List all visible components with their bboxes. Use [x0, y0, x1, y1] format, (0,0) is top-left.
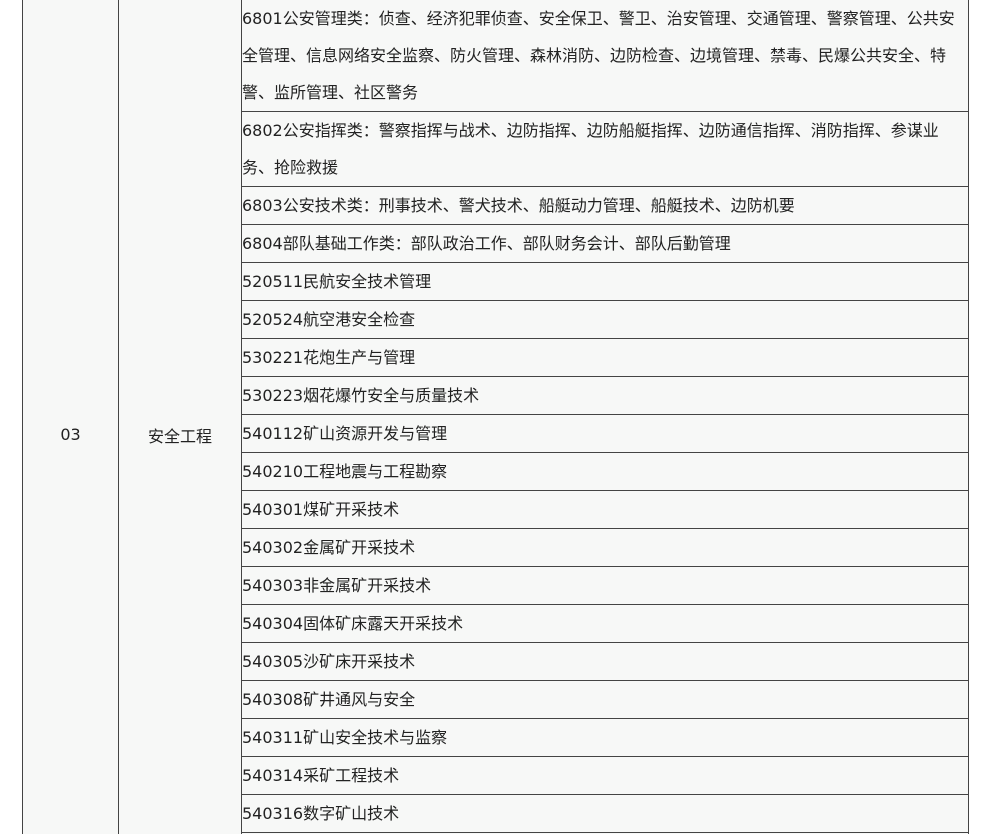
major-cell: 540112矿山资源开发与管理: [241, 414, 969, 453]
major-cell: 540308矿井通风与安全: [241, 680, 969, 719]
major-cell: 520524航空港安全检查: [241, 300, 969, 339]
major-cell: 540303非金属矿开采技术: [241, 566, 969, 605]
major-cell: 530223烟花爆竹安全与质量技术: [241, 376, 969, 415]
major-cell: 540311矿山安全技术与监察: [241, 718, 969, 757]
page: 03 安全工程 6801公安管理类：侦查、经济犯罪侦查、安全保卫、警卫、治安管理…: [0, 0, 988, 834]
major-cell: 540210工程地震与工程勘察: [241, 452, 969, 491]
major-cell: 540316数字矿山技术: [241, 794, 969, 833]
category-code-cell: 03: [22, 0, 119, 834]
major-cell: 520511民航安全技术管理: [241, 262, 969, 301]
major-cell: 540304固体矿床露天开采技术: [241, 604, 969, 643]
major-cell: 6803公安技术类：刑事技术、警犬技术、船艇动力管理、船艇技术、边防机要: [241, 186, 969, 225]
major-cell: 6802公安指挥类：警察指挥与战术、边防指挥、边防船艇指挥、边防通信指挥、消防指…: [241, 111, 969, 187]
major-cell: 540314采矿工程技术: [241, 756, 969, 795]
table-row: 03 安全工程 6801公安管理类：侦查、经济犯罪侦查、安全保卫、警卫、治安管理…: [22, 0, 969, 834]
major-cell: 530221花炮生产与管理: [241, 338, 969, 377]
major-cell: 540305沙矿床开采技术: [241, 642, 969, 681]
major-cell: 540302金属矿开采技术: [241, 528, 969, 567]
majors-table: 03 安全工程 6801公安管理类：侦查、经济犯罪侦查、安全保卫、警卫、治安管理…: [22, 0, 969, 834]
major-cell: 6801公安管理类：侦查、经济犯罪侦查、安全保卫、警卫、治安管理、交通管理、警察…: [241, 0, 969, 112]
category-name-cell: 安全工程: [118, 0, 242, 834]
major-cell: 540301煤矿开采技术: [241, 490, 969, 529]
major-cell: 6804部队基础工作类：部队政治工作、部队财务会计、部队后勤管理: [241, 224, 969, 263]
